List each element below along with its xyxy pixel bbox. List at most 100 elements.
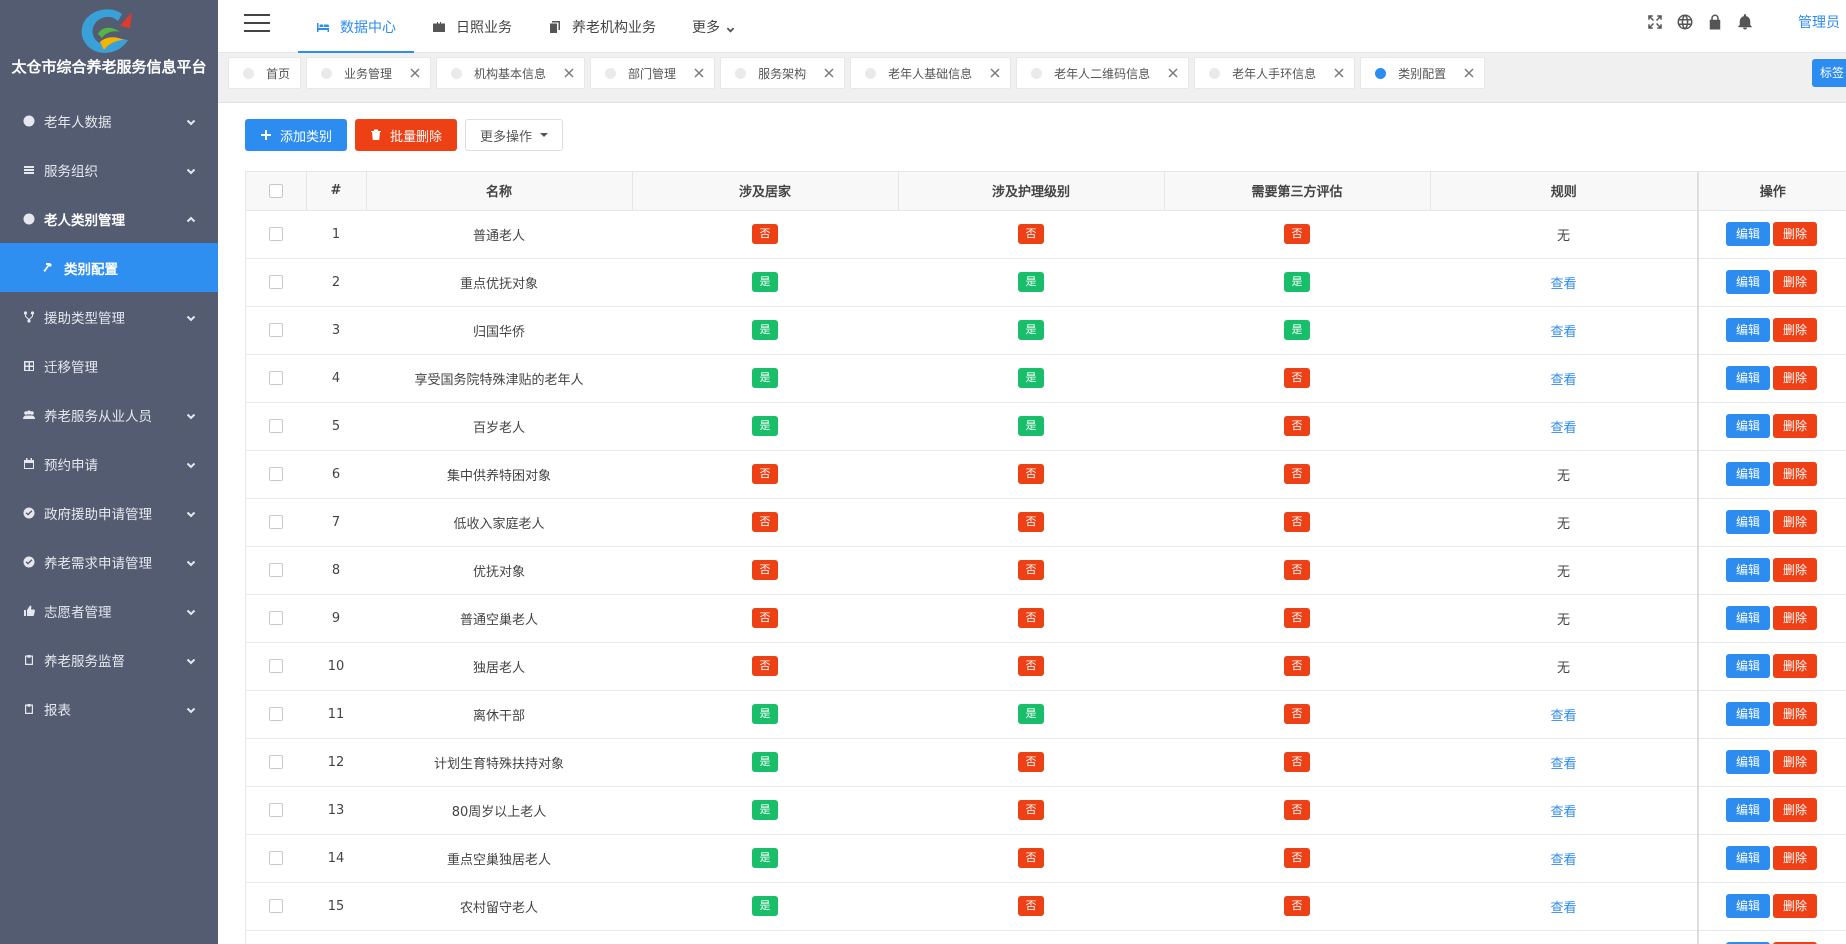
top-nav-item-3[interactable]: 更多 bbox=[674, 0, 753, 53]
row-checkbox[interactable] bbox=[269, 803, 283, 817]
row-checkbox[interactable] bbox=[269, 563, 283, 577]
row-checkbox[interactable] bbox=[269, 419, 283, 433]
delete-button[interactable]: 删除 bbox=[1773, 318, 1817, 342]
row-checkbox[interactable] bbox=[269, 659, 283, 673]
sidebar-item-2[interactable]: 老人类别管理 bbox=[0, 194, 218, 243]
edit-button[interactable]: 编辑 bbox=[1726, 558, 1770, 582]
close-icon[interactable] bbox=[410, 68, 420, 78]
sidebar-item-4[interactable]: 援助类型管理 bbox=[0, 292, 218, 341]
close-icon[interactable] bbox=[694, 68, 704, 78]
delete-button[interactable]: 删除 bbox=[1773, 366, 1817, 390]
sidebar-item-5[interactable]: 迁移管理 bbox=[0, 341, 218, 390]
select-all-checkbox[interactable] bbox=[268, 183, 283, 198]
sidebar-item-3[interactable]: 类别配置 bbox=[0, 243, 218, 292]
sidebar-item-0[interactable]: 老年人数据 bbox=[0, 96, 218, 145]
sidebar-item-10[interactable]: 志愿者管理 bbox=[0, 586, 218, 635]
edit-button[interactable]: 编辑 bbox=[1726, 270, 1770, 294]
row-home-badge: 否 bbox=[752, 560, 778, 580]
close-icon[interactable] bbox=[824, 68, 834, 78]
tab-item-0[interactable]: 首页 bbox=[228, 57, 302, 89]
delete-button[interactable]: 删除 bbox=[1773, 270, 1817, 294]
tab-item-6[interactable]: 老年人二维码信息 bbox=[1016, 57, 1190, 89]
row-checkbox[interactable] bbox=[269, 323, 283, 337]
top-nav-item-0[interactable]: 数据中心 bbox=[298, 0, 414, 53]
delete-button[interactable]: 删除 bbox=[1773, 894, 1817, 918]
edit-button[interactable]: 编辑 bbox=[1726, 414, 1770, 438]
row-checkbox[interactable] bbox=[269, 515, 283, 529]
delete-button[interactable]: 删除 bbox=[1773, 654, 1817, 678]
close-icon[interactable] bbox=[564, 68, 574, 78]
sidebar-item-11[interactable]: 养老服务监督 bbox=[0, 635, 218, 684]
edit-button[interactable]: 编辑 bbox=[1726, 318, 1770, 342]
sidebar-item-9[interactable]: 养老需求申请管理 bbox=[0, 537, 218, 586]
delete-button[interactable]: 删除 bbox=[1773, 798, 1817, 822]
delete-button[interactable]: 删除 bbox=[1773, 606, 1817, 630]
tab-item-3[interactable]: 部门管理 bbox=[590, 57, 716, 89]
tab-item-7[interactable]: 老年人手环信息 bbox=[1194, 57, 1356, 89]
top-nav-item-2[interactable]: 养老机构业务 bbox=[530, 0, 674, 53]
edit-button[interactable]: 编辑 bbox=[1726, 702, 1770, 726]
tab-item-2[interactable]: 机构基本信息 bbox=[436, 57, 586, 89]
edit-button[interactable]: 编辑 bbox=[1726, 654, 1770, 678]
view-rule-link[interactable]: 查看 bbox=[1550, 325, 1576, 340]
delete-button[interactable]: 删除 bbox=[1773, 462, 1817, 486]
add-category-button[interactable]: 添加类别 bbox=[245, 119, 348, 151]
edit-button[interactable]: 编辑 bbox=[1726, 750, 1770, 774]
view-rule-link[interactable]: 查看 bbox=[1550, 805, 1576, 820]
row-checkbox[interactable] bbox=[269, 851, 283, 865]
close-icon[interactable] bbox=[1464, 68, 1474, 78]
sidebar-item-1[interactable]: 服务组织 bbox=[0, 145, 218, 194]
edit-button[interactable]: 编辑 bbox=[1726, 366, 1770, 390]
tab-item-8[interactable]: 类别配置 bbox=[1360, 57, 1486, 89]
close-icon[interactable] bbox=[1334, 68, 1344, 78]
edit-button[interactable]: 编辑 bbox=[1726, 222, 1770, 246]
batch-delete-button[interactable]: 批量删除 bbox=[355, 119, 458, 151]
delete-button[interactable]: 删除 bbox=[1773, 414, 1817, 438]
row-checkbox[interactable] bbox=[269, 611, 283, 625]
tab-item-4[interactable]: 服务架构 bbox=[720, 57, 846, 89]
delete-button[interactable]: 删除 bbox=[1773, 558, 1817, 582]
sidebar-item-12[interactable]: 报表 bbox=[0, 684, 218, 733]
view-rule-link[interactable]: 查看 bbox=[1550, 421, 1576, 436]
view-rule-link[interactable]: 查看 bbox=[1550, 373, 1576, 388]
row-checkbox[interactable] bbox=[269, 467, 283, 481]
row-checkbox[interactable] bbox=[269, 227, 283, 241]
delete-button[interactable]: 删除 bbox=[1773, 750, 1817, 774]
bell-icon[interactable] bbox=[1730, 7, 1760, 37]
row-checkbox[interactable] bbox=[269, 899, 283, 913]
row-checkbox[interactable] bbox=[269, 371, 283, 385]
tab-item-5[interactable]: 老年人基础信息 bbox=[850, 57, 1012, 89]
edit-button[interactable]: 编辑 bbox=[1726, 462, 1770, 486]
edit-button[interactable]: 编辑 bbox=[1726, 798, 1770, 822]
edit-button[interactable]: 编辑 bbox=[1726, 894, 1770, 918]
close-icon[interactable] bbox=[1168, 68, 1178, 78]
sidebar-item-6[interactable]: 养老服务从业人员 bbox=[0, 390, 218, 439]
row-checkbox[interactable] bbox=[269, 275, 283, 289]
view-rule-link[interactable]: 查看 bbox=[1550, 757, 1576, 772]
tag-options-button[interactable]: 标签 bbox=[1812, 59, 1846, 87]
tab-item-1[interactable]: 业务管理 bbox=[306, 57, 432, 89]
view-rule-link[interactable]: 查看 bbox=[1550, 853, 1576, 868]
menu-toggle-icon[interactable] bbox=[244, 14, 270, 36]
globe-icon[interactable] bbox=[1670, 7, 1700, 37]
edit-button[interactable]: 编辑 bbox=[1726, 846, 1770, 870]
delete-button[interactable]: 删除 bbox=[1773, 510, 1817, 534]
close-icon[interactable] bbox=[990, 68, 1000, 78]
admin-user-menu[interactable]: 管理员 bbox=[1798, 12, 1840, 32]
fullscreen-icon[interactable] bbox=[1640, 7, 1670, 37]
row-checkbox[interactable] bbox=[269, 707, 283, 721]
view-rule-link[interactable]: 查看 bbox=[1550, 901, 1576, 916]
view-rule-link[interactable]: 查看 bbox=[1550, 277, 1576, 292]
sidebar-item-7[interactable]: 预约申请 bbox=[0, 439, 218, 488]
delete-button[interactable]: 删除 bbox=[1773, 222, 1817, 246]
top-nav-item-1[interactable]: 日照业务 bbox=[414, 0, 530, 53]
view-rule-link[interactable]: 查看 bbox=[1550, 709, 1576, 724]
more-actions-dropdown[interactable]: 更多操作 bbox=[465, 119, 564, 151]
lock-icon[interactable] bbox=[1700, 7, 1730, 37]
edit-button[interactable]: 编辑 bbox=[1726, 510, 1770, 534]
edit-button[interactable]: 编辑 bbox=[1726, 606, 1770, 630]
sidebar-item-8[interactable]: 政府援助申请管理 bbox=[0, 488, 218, 537]
delete-button[interactable]: 删除 bbox=[1773, 702, 1817, 726]
delete-button[interactable]: 删除 bbox=[1773, 846, 1817, 870]
row-checkbox[interactable] bbox=[269, 755, 283, 769]
